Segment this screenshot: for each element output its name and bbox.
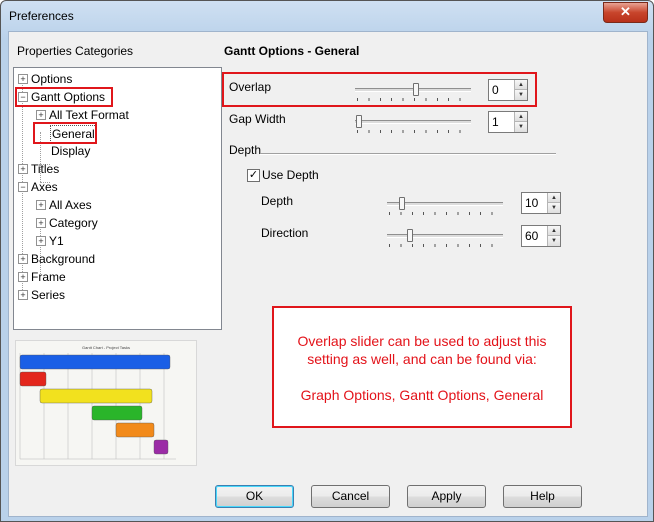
depth-label: Depth xyxy=(261,194,294,208)
callout-line-2: setting as well, and can be found via: xyxy=(307,351,537,367)
cancel-button[interactable]: Cancel xyxy=(311,485,390,508)
tree-item-frame[interactable]: Frame xyxy=(31,269,66,285)
section-title: Gantt Options - General xyxy=(224,44,360,58)
direction-slider-ticks xyxy=(389,244,503,247)
depth-group-divider xyxy=(260,153,556,155)
depth-slider-ticks xyxy=(389,212,503,215)
overlap-value[interactable]: 0 xyxy=(492,83,499,97)
direction-label: Direction xyxy=(261,226,309,240)
depth-slider-thumb[interactable] xyxy=(399,197,405,210)
overlap-spin-up-icon[interactable]: ▲ xyxy=(515,80,527,90)
expand-series-icon[interactable]: + xyxy=(18,290,28,300)
title-bar[interactable]: Preferences ✕ xyxy=(1,1,653,31)
depth-spin-down-icon[interactable]: ▼ xyxy=(548,203,560,213)
overlap-spinner[interactable]: 0 ▲ ▼ xyxy=(488,79,528,101)
gap-width-spinner[interactable]: 1 ▲ ▼ xyxy=(488,111,528,133)
direction-spin-up-icon[interactable]: ▲ xyxy=(548,226,560,236)
preview-bar-4 xyxy=(91,405,143,421)
callout-line-1: Overlap slider can be used to adjust thi… xyxy=(297,333,547,349)
gap-width-slider-track[interactable] xyxy=(355,120,471,124)
chart-preview-graphic: Gantt Chart - Project Tasks xyxy=(19,345,176,460)
tree-item-category[interactable]: Category xyxy=(49,215,98,231)
tree-item-titles[interactable]: Titles xyxy=(31,161,59,177)
expand-all-text-format-icon[interactable]: + xyxy=(36,110,46,120)
expand-background-icon[interactable]: + xyxy=(18,254,28,264)
depth-value[interactable]: 10 xyxy=(525,196,538,210)
close-icon: ✕ xyxy=(620,4,631,19)
apply-button[interactable]: Apply xyxy=(407,485,486,508)
tree-item-options[interactable]: Options xyxy=(31,71,72,87)
preview-title: Gantt Chart - Project Tasks xyxy=(82,345,130,350)
dialog-client-area: Properties Categories + Options − Gantt … xyxy=(8,31,648,517)
tree-item-axes[interactable]: Axes xyxy=(31,179,58,195)
gap-width-spin-down-icon[interactable]: ▼ xyxy=(515,122,527,132)
overlap-spin-down-icon[interactable]: ▼ xyxy=(515,90,527,100)
use-depth-checkbox[interactable]: ✓ xyxy=(247,169,260,182)
expand-frame-icon[interactable]: + xyxy=(18,272,28,282)
preview-bar-1 xyxy=(19,354,171,370)
overlap-slider-ticks xyxy=(357,98,471,101)
direction-slider-thumb[interactable] xyxy=(407,229,413,242)
preferences-window: Preferences ✕ Properties Categories + Op… xyxy=(0,0,654,522)
tree-item-display[interactable]: Display xyxy=(51,143,90,159)
tree-item-all-axes[interactable]: All Axes xyxy=(49,197,92,213)
tree-item-y1[interactable]: Y1 xyxy=(49,233,64,249)
categories-tree[interactable]: + Options − Gantt Options + All Text For… xyxy=(13,67,222,330)
expand-titles-icon[interactable]: + xyxy=(18,164,28,174)
tree-item-background[interactable]: Background xyxy=(31,251,95,267)
direction-spinner[interactable]: 60 ▲ ▼ xyxy=(521,225,561,247)
direction-slider-track[interactable] xyxy=(387,234,503,238)
depth-spinner[interactable]: 10 ▲ ▼ xyxy=(521,192,561,214)
direction-spin-down-icon[interactable]: ▼ xyxy=(548,236,560,246)
depth-spin-up-icon[interactable]: ▲ xyxy=(548,193,560,203)
tree-item-series[interactable]: Series xyxy=(31,287,65,303)
gap-width-value[interactable]: 1 xyxy=(492,115,499,129)
help-button[interactable]: Help xyxy=(503,485,582,508)
tree-item-all-text-format[interactable]: All Text Format xyxy=(49,107,129,123)
expand-y1-icon[interactable]: + xyxy=(36,236,46,246)
expand-all-axes-icon[interactable]: + xyxy=(36,200,46,210)
ok-button[interactable]: OK xyxy=(215,485,294,508)
collapse-axes-icon[interactable]: − xyxy=(18,182,28,192)
gap-width-spin-up-icon[interactable]: ▲ xyxy=(515,112,527,122)
gap-width-slider-ticks xyxy=(357,130,471,133)
overlap-label: Overlap xyxy=(229,80,272,94)
window-title: Preferences xyxy=(9,9,74,23)
gap-width-label: Gap Width xyxy=(229,112,286,126)
chart-preview: Gantt Chart - Project Tasks xyxy=(15,340,197,466)
overlap-slider-thumb[interactable] xyxy=(413,83,419,96)
preview-bar-3 xyxy=(39,388,153,404)
use-depth-label[interactable]: Use Depth xyxy=(262,168,319,182)
preview-bar-6 xyxy=(153,439,169,455)
general-highlight xyxy=(33,122,97,144)
preview-bar-5 xyxy=(115,422,155,438)
checkmark-icon: ✓ xyxy=(248,169,259,181)
depth-group-label: Depth xyxy=(229,143,262,157)
gantt-options-highlight xyxy=(15,87,113,107)
annotation-callout: Overlap slider can be used to adjust thi… xyxy=(272,306,572,428)
expand-category-icon[interactable]: + xyxy=(36,218,46,228)
direction-value[interactable]: 60 xyxy=(525,229,538,243)
gap-width-slider-thumb[interactable] xyxy=(356,115,362,128)
callout-line-3: Graph Options, Gantt Options, General xyxy=(300,387,544,403)
preview-bar-2 xyxy=(19,371,47,387)
close-button[interactable]: ✕ xyxy=(603,2,648,23)
expand-options-icon[interactable]: + xyxy=(18,74,28,84)
properties-categories-label: Properties Categories xyxy=(17,44,134,58)
